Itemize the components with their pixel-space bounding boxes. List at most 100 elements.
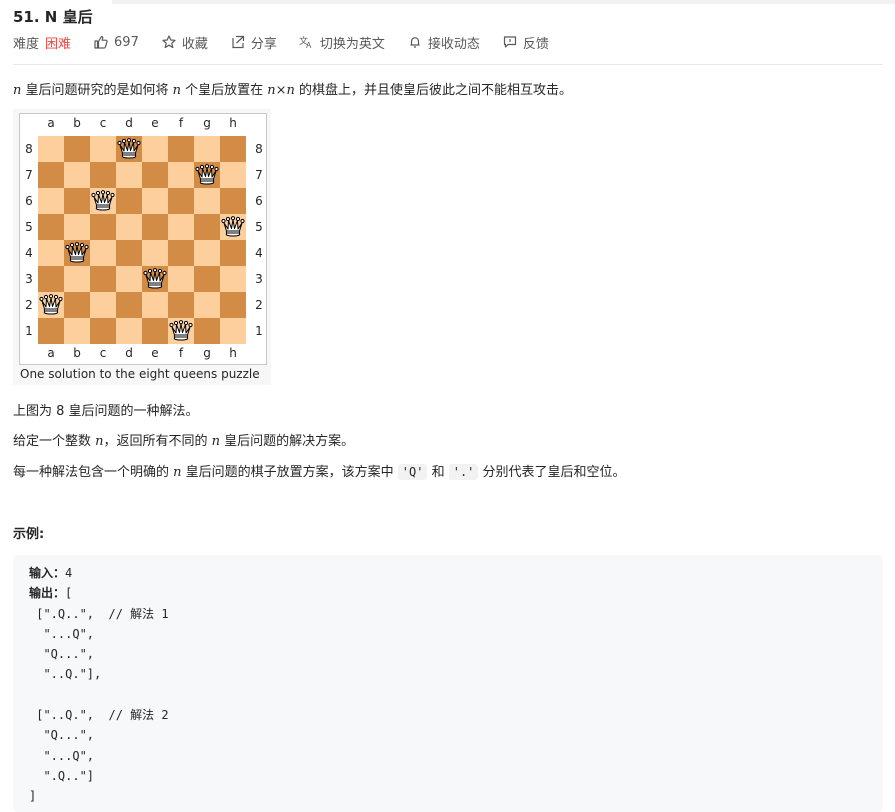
description-paragraph-4: 每一种解法包含一个明确的 n 皇后问题的棋子放置方案，该方案中 'Q' 和 '.… (13, 461, 626, 480)
board-square (194, 266, 220, 292)
text: 皇后问题的棋子放置方案，该方案中 (181, 465, 398, 480)
description-paragraph-1: n 皇后问题研究的是如何将 n 个皇后放置在 n×n 的棋盘上，并且使皇后彼此之… (13, 79, 572, 98)
board-square (38, 318, 64, 344)
board-square (90, 318, 116, 344)
top-border (112, 0, 895, 4)
translate-button[interactable]: 文A 切换为英文 (299, 33, 385, 52)
subscribe-label: 接收动态 (427, 36, 480, 52)
board-square (64, 266, 90, 292)
text: 的棋盘上，并且使皇后彼此之间不能相互攻击。 (294, 83, 573, 98)
board-square (142, 318, 168, 344)
board-square (90, 162, 116, 188)
file-label-bottom: e (151, 346, 159, 360)
board-square (64, 162, 90, 188)
thumbs-up-icon (93, 34, 109, 50)
file-label-bottom: g (203, 346, 211, 360)
rank-label-left: 1 (25, 324, 33, 338)
board-square (220, 136, 246, 162)
description-paragraph-3: 给定一个整数 n，返回所有不同的 n 皇后问题的解决方案。 (13, 430, 354, 449)
bell-icon (407, 34, 423, 50)
file-label-bottom: b (73, 346, 81, 360)
text: 和 (427, 465, 449, 480)
text: 给定一个整数 (13, 434, 96, 449)
board-square (64, 318, 90, 344)
board-frame: a b c d e f g h a b c d e f g h 8 7 6 5 4 3 2 1 8 7 6 5 4 3 2 1 (19, 113, 267, 365)
board-square (116, 214, 142, 240)
var-n: n (173, 465, 182, 480)
board-square (38, 136, 64, 162)
translate-label: 切换为英文 (319, 36, 385, 52)
file-label-bottom: f (178, 346, 184, 360)
share-button[interactable]: 分享 (230, 33, 277, 52)
board-square (90, 292, 116, 318)
file-label-top: f (178, 116, 184, 130)
like-button[interactable]: 697 (93, 34, 139, 50)
board-square (64, 188, 90, 214)
board-square (38, 266, 64, 292)
example-code-block: 输入：4 输出：[ [".Q..", // 解法 1 "...Q", "Q...… (13, 555, 883, 812)
output-line: "..Q."], (29, 667, 102, 682)
eight-queens-figure: a b c d e f g h a b c d e f g h 8 7 6 5 4 3 2 1 8 7 6 5 4 3 2 1 One … (13, 109, 271, 385)
example-heading: 示例: (13, 527, 45, 542)
subscribe-button[interactable]: 接收动态 (407, 33, 480, 52)
rank-label-left: 4 (25, 246, 33, 260)
text: 个皇后放置在 (181, 83, 268, 98)
output-line: "...Q", (29, 626, 95, 641)
board-square (116, 162, 142, 188)
board-square (90, 240, 116, 266)
board-square (220, 318, 246, 344)
queen-icon (39, 294, 63, 316)
board-square (64, 214, 90, 240)
rank-label-left: 2 (25, 298, 33, 312)
difficulty: 难度 困难 (13, 33, 71, 52)
input-value: 4 (65, 566, 73, 580)
board-square (168, 136, 194, 162)
file-label-bottom: h (229, 346, 237, 360)
input-label: 输入： (29, 566, 66, 580)
board-square (168, 214, 194, 240)
output-line: "Q...", (29, 647, 95, 662)
feedback-icon (502, 34, 518, 50)
rank-label-right: 7 (255, 168, 263, 182)
board-square (116, 188, 142, 214)
board-square (90, 188, 116, 214)
board-square (116, 318, 142, 344)
board-square (90, 136, 116, 162)
board-square (220, 292, 246, 318)
board-square (142, 188, 168, 214)
output-line: [".Q..", // 解法 1 (29, 606, 169, 621)
inline-code-q: 'Q' (397, 464, 428, 480)
board-square (142, 240, 168, 266)
rank-label-left: 5 (25, 220, 33, 234)
output-line: ] (29, 789, 37, 804)
var-n: n (95, 434, 104, 449)
rank-label-left: 6 (25, 194, 33, 208)
board-square (168, 240, 194, 266)
difficulty-value: 困难 (45, 36, 72, 52)
text: 皇后问题研究的是如何将 (21, 83, 173, 98)
board-square (168, 188, 194, 214)
favorite-button[interactable]: 收藏 (161, 33, 208, 52)
file-label-top: d (125, 116, 133, 130)
board-square (220, 162, 246, 188)
rank-label-right: 2 (255, 298, 263, 312)
feedback-label: 反馈 (522, 36, 549, 52)
like-count: 697 (114, 34, 139, 50)
board-square (220, 240, 246, 266)
text: 分别代表了皇后和空位。 (478, 465, 626, 480)
file-label-bottom: a (47, 346, 55, 360)
board-square (194, 136, 220, 162)
var-n: n (172, 83, 182, 98)
queen-icon (195, 164, 219, 186)
share-label: 分享 (250, 36, 277, 52)
feedback-button[interactable]: 反馈 (502, 33, 549, 52)
rank-label-right: 1 (255, 324, 263, 338)
example-code: 输入：4 输出：[ [".Q..", // 解法 1 "...Q", "Q...… (29, 563, 169, 807)
output-label: 输出： (29, 586, 66, 601)
chess-board (38, 136, 246, 344)
description-paragraph-2: 上图为 8 皇后问题的一种解法。 (13, 404, 199, 419)
text: 皇后问题的解决方案。 (220, 434, 355, 449)
file-label-bottom: d (125, 346, 133, 360)
board-square (116, 292, 142, 318)
board-square (116, 240, 142, 266)
